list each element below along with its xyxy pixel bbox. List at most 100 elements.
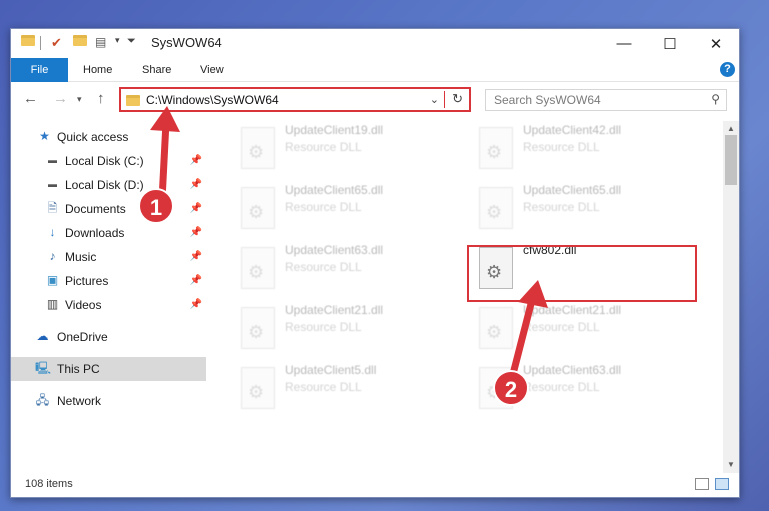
- file-item[interactable]: ⚙ UpdateClient21.dll Resource DLL: [235, 301, 455, 357]
- pin-icon[interactable]: 📌: [190, 197, 202, 221]
- forward-arrow-icon[interactable]: →: [53, 90, 68, 107]
- file-name: UpdateClient21.dll: [523, 303, 622, 317]
- tab-view[interactable]: View: [200, 58, 224, 82]
- file-item[interactable]: ⚙ UpdateClient65.dll Resource DLL: [235, 181, 455, 237]
- dll-file-icon: ⚙: [241, 247, 275, 289]
- file-type: Resource DLL: [523, 380, 600, 394]
- file-type: Resource DLL: [285, 140, 362, 154]
- chevron-down-icon[interactable]: ⌄: [430, 93, 439, 106]
- scroll-down-icon[interactable]: ▼: [723, 457, 739, 473]
- close-button[interactable]: ✕: [693, 29, 739, 58]
- file-name: UpdateClient5.dll: [285, 363, 377, 377]
- pin-icon[interactable]: 📌: [190, 149, 202, 173]
- address-path: C:\Windows\SysWOW64: [146, 93, 279, 107]
- star-icon: ★: [39, 129, 50, 143]
- vertical-scrollbar[interactable]: ▲ ▼: [723, 121, 739, 473]
- file-item[interactable]: ⚙ UpdateClient21.dll Resource DLL: [473, 301, 693, 357]
- sidebar-item-downloads[interactable]: ↓ Downloads 📌: [11, 221, 206, 245]
- sidebar-item-documents[interactable]: 🗎 Documents 📌: [11, 197, 206, 221]
- recent-locations-icon[interactable]: ▾: [77, 94, 82, 105]
- rename-icon[interactable]: ▤: [95, 35, 111, 51]
- customize-toolbar-icon[interactable]: ⏷: [127, 35, 143, 51]
- properties-icon[interactable]: ✔: [51, 35, 67, 51]
- folder-icon: [21, 35, 37, 51]
- sidebar-item-label: Videos: [65, 298, 102, 312]
- sidebar-item-label: OneDrive: [57, 330, 108, 344]
- pin-icon[interactable]: 📌: [190, 293, 202, 317]
- back-arrow-icon[interactable]: ←: [23, 90, 38, 107]
- sidebar-item-onedrive[interactable]: ☁ OneDrive: [11, 325, 206, 349]
- new-folder-icon[interactable]: [73, 35, 89, 51]
- dll-file-icon: ⚙: [479, 127, 513, 169]
- status-bar: 108 items: [11, 473, 739, 497]
- file-type: Resource DLL: [523, 140, 600, 154]
- tab-file[interactable]: File: [11, 58, 68, 82]
- maximize-button[interactable]: ☐: [647, 29, 693, 58]
- pin-icon[interactable]: 📌: [190, 173, 202, 197]
- documents-icon: 🗎: [47, 201, 58, 215]
- file-name: UpdateClient65.dll: [523, 183, 622, 197]
- help-icon[interactable]: ?: [720, 62, 735, 77]
- navigation-bar: ← → ▾ ↑ C:\Windows\SysWOW64 ⌄ ↻ Search S…: [11, 82, 739, 118]
- minimize-button[interactable]: —: [601, 29, 647, 58]
- pictures-icon: ▣: [46, 273, 59, 287]
- dll-file-icon: ⚙: [479, 187, 513, 229]
- sidebar-item-local-disk-d[interactable]: ▬ Local Disk (D:) 📌: [11, 173, 206, 197]
- callout-1: 1: [138, 188, 174, 224]
- file-item[interactable]: ⚙ UpdateClient19.dll Resource DLL: [235, 121, 455, 177]
- sidebar-item-videos[interactable]: ▥ Videos 📌: [11, 293, 206, 317]
- file-item[interactable]: ⚙ UpdateClient65.dll Resource DLL: [473, 181, 693, 237]
- sidebar-item-network[interactable]: 🖧 Network: [11, 389, 206, 413]
- pin-icon[interactable]: 📌: [190, 221, 202, 245]
- file-name: UpdateClient63.dll: [285, 243, 384, 257]
- separator: [40, 36, 41, 50]
- dll-file-icon: ⚙: [241, 367, 275, 409]
- up-arrow-icon[interactable]: ↑: [97, 90, 105, 107]
- file-name: UpdateClient65.dll: [285, 183, 384, 197]
- sidebar-item-label: Pictures: [65, 274, 109, 288]
- file-item[interactable]: ⚙ UpdateClient63.dll Resource DLL: [235, 241, 455, 297]
- address-bar[interactable]: C:\Windows\SysWOW64 ⌄ ↻: [119, 87, 471, 112]
- sidebar-item-label: Network: [57, 394, 102, 408]
- dll-file-icon: ⚙: [241, 127, 275, 169]
- file-item[interactable]: ⚙ UpdateClient5.dll Resource DLL: [235, 361, 455, 417]
- search-icon[interactable]: ⚲: [711, 92, 720, 106]
- search-input[interactable]: Search SysWOW64 ⚲: [485, 89, 727, 111]
- tab-home[interactable]: Home: [83, 58, 112, 82]
- explorer-window: ✔ ▤ ▾ ⏷ SysWOW64 — ☐ ✕ File Home Share V…: [10, 28, 740, 498]
- file-name: UpdateClient21.dll: [285, 303, 384, 317]
- sidebar-item-quick-access[interactable]: ★ Quick access: [11, 125, 206, 149]
- sidebar-item-label: Local Disk (C:): [65, 154, 144, 168]
- file-type: Resource DLL: [285, 380, 362, 394]
- pin-icon[interactable]: 📌: [190, 245, 202, 269]
- refresh-icon[interactable]: ↻: [452, 91, 463, 107]
- sidebar-item-music[interactable]: ♪ Music 📌: [11, 245, 206, 269]
- pin-icon[interactable]: 📌: [190, 269, 202, 293]
- sidebar-item-label: Local Disk (D:): [65, 178, 144, 192]
- highlight-box: [467, 245, 697, 302]
- folder-icon: [126, 95, 140, 109]
- videos-icon: ▥: [46, 297, 59, 311]
- file-type: Resource DLL: [285, 200, 362, 214]
- network-icon: 🖧: [35, 393, 50, 407]
- separator: [444, 91, 445, 108]
- sidebar-item-label: Quick access: [57, 130, 129, 144]
- file-type: Resource DLL: [285, 320, 362, 334]
- computer-icon: 🖳: [35, 361, 52, 375]
- music-icon: ♪: [49, 249, 56, 263]
- sidebar-item-pictures[interactable]: ▣ Pictures 📌: [11, 269, 206, 293]
- item-count: 108 items: [25, 478, 73, 490]
- file-name: UpdateClient19.dll: [285, 123, 384, 137]
- file-type: Resource DLL: [523, 200, 600, 214]
- file-name: UpdateClient42.dll: [523, 123, 622, 137]
- sidebar-item-local-disk-c[interactable]: ▬ Local Disk (C:) 📌: [11, 149, 206, 173]
- tab-share[interactable]: Share: [142, 58, 171, 82]
- sidebar-item-this-pc[interactable]: 🖳 This PC: [11, 357, 206, 381]
- dll-file-icon: ⚙: [241, 307, 275, 349]
- large-icons-view-icon[interactable]: [715, 478, 729, 490]
- sidebar-item-label: Music: [65, 250, 97, 264]
- scroll-thumb[interactable]: [725, 135, 737, 185]
- file-item[interactable]: ⚙ UpdateClient42.dll Resource DLL: [473, 121, 693, 177]
- details-view-icon[interactable]: [695, 478, 709, 490]
- ribbon-tabs: File Home Share View ?: [11, 58, 739, 82]
